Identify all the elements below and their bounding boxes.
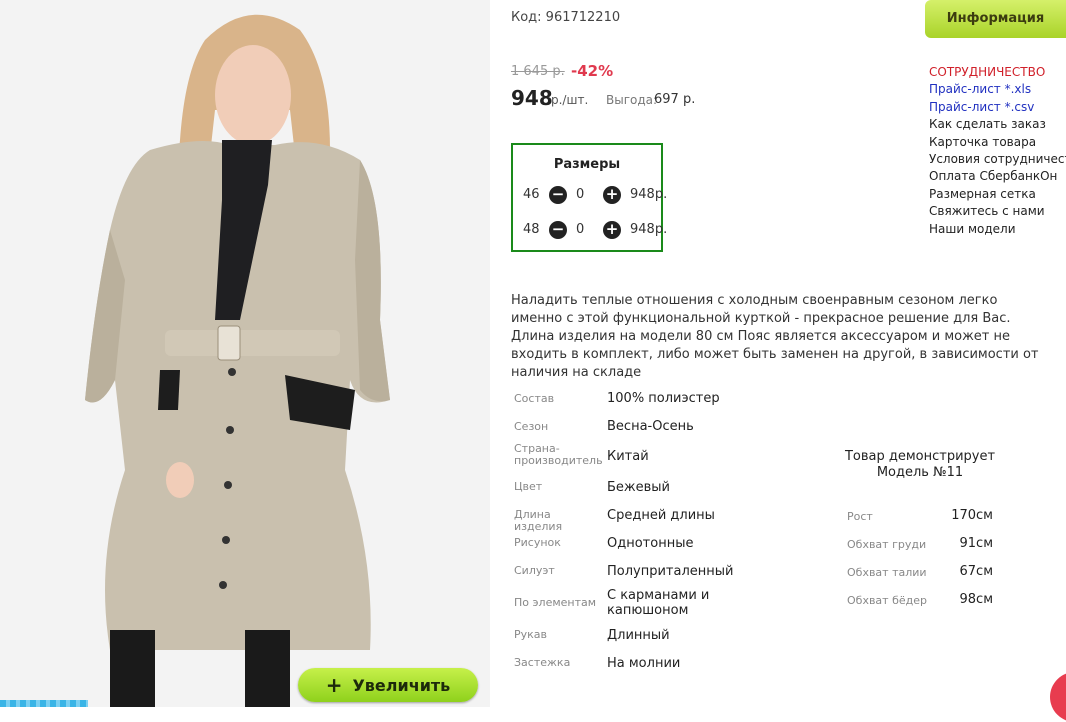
pricelist-xls-link[interactable]: Прайс-лист *.xls bbox=[929, 81, 1066, 98]
sidebar-link-contact[interactable]: Свяжитесь с нами bbox=[929, 203, 1066, 220]
spec-value: С карманами и капюшоном bbox=[607, 588, 710, 618]
spec-label: Цвет bbox=[514, 480, 543, 493]
measurement-value: 91см bbox=[959, 536, 994, 551]
size-row: 46 − 0 + 948р. bbox=[523, 185, 667, 205]
sidebar-link-models[interactable]: Наши модели bbox=[929, 221, 1066, 238]
current-price: 948 bbox=[511, 86, 553, 110]
info-tab[interactable]: Информация bbox=[925, 0, 1066, 38]
sidebar-link-terms[interactable]: Условия сотрудничества bbox=[929, 151, 1066, 168]
sidebar-link-card[interactable]: Карточка товара bbox=[929, 134, 1066, 151]
spec-label: Длина изделия bbox=[514, 508, 563, 533]
size-number: 46 bbox=[523, 187, 540, 202]
spec-label: Состав bbox=[514, 392, 555, 405]
pricelist-csv-link[interactable]: Прайс-лист *.csv bbox=[929, 99, 1066, 116]
size-price: 948р. bbox=[630, 187, 668, 202]
plus-icon: + bbox=[325, 673, 343, 697]
size-price: 948р. bbox=[630, 222, 668, 237]
coat-illustration bbox=[85, 14, 390, 707]
spec-label: Сезон bbox=[514, 420, 549, 433]
sizes-title: Размеры bbox=[553, 157, 621, 172]
zoom-button[interactable]: + Увеличить bbox=[298, 668, 478, 702]
sidebar-link-payment[interactable]: Оплата СбербанкОн bbox=[929, 168, 1066, 185]
spec-label: По элементам bbox=[514, 596, 597, 609]
old-price: 1 645 р. bbox=[511, 64, 565, 79]
plus-icon[interactable]: + bbox=[603, 221, 621, 239]
spec-value: Весна-Осень bbox=[607, 419, 694, 434]
benefit-value: 697 р. bbox=[654, 92, 696, 107]
spec-label: Силуэт bbox=[514, 564, 555, 577]
spec-label: Страна-производитель bbox=[514, 442, 603, 467]
product-code: Код: 961712210 bbox=[511, 10, 621, 25]
measurement-label: Обхват талии bbox=[847, 566, 927, 579]
size-quantity[interactable]: 0 bbox=[576, 187, 584, 202]
spec-label: Рукав bbox=[514, 628, 548, 641]
size-quantity[interactable]: 0 bbox=[576, 222, 584, 237]
sizes-selector: Размеры 46 − 0 + 948р. 48 − 0 + 948р. bbox=[511, 143, 667, 252]
zoom-button-label: Увеличить bbox=[352, 675, 451, 695]
plus-icon[interactable]: + bbox=[603, 186, 621, 204]
cooperation-heading: СОТРУДНИЧЕСТВО bbox=[929, 65, 1046, 79]
product-photo[interactable]: + Увеличить bbox=[0, 0, 490, 707]
floating-action-button[interactable] bbox=[1050, 672, 1066, 722]
spec-label: Застежка bbox=[514, 656, 571, 669]
spec-value: На молнии bbox=[607, 656, 681, 671]
spec-value: Длинный bbox=[607, 628, 670, 643]
spec-value: 100% полиэстер bbox=[607, 391, 720, 406]
model-title: Товар демонстрирует Модель №11 bbox=[844, 449, 996, 480]
measurement-value: 98см bbox=[959, 592, 994, 607]
spec-value: Бежевый bbox=[607, 480, 671, 495]
product-description: Наладить теплые отношения с холодным сво… bbox=[511, 293, 1039, 380]
spec-label: Рисунок bbox=[514, 536, 561, 549]
size-number: 48 bbox=[523, 222, 540, 237]
discount-badge: -42% bbox=[571, 62, 614, 80]
minus-icon[interactable]: − bbox=[549, 186, 567, 204]
sidebar-links: СОТРУДНИЧЕСТВО Прайс-лист *.xls Прайс-ли… bbox=[929, 64, 1066, 238]
spec-value: Средней длины bbox=[607, 508, 715, 523]
price-unit: р./шт. bbox=[551, 93, 589, 107]
spec-value: Однотонные bbox=[607, 536, 694, 551]
minus-icon[interactable]: − bbox=[549, 221, 567, 239]
spec-value: Китай bbox=[607, 449, 649, 464]
measurement-label: Обхват бёдер bbox=[847, 594, 927, 607]
decorative-strip bbox=[0, 700, 88, 707]
spec-value: Полуприталенный bbox=[607, 564, 734, 579]
sidebar-link-size-chart[interactable]: Размерная сетка bbox=[929, 186, 1066, 203]
size-row: 48 − 0 + 948р. bbox=[523, 220, 667, 240]
benefit-label: Выгода: bbox=[606, 93, 658, 107]
measurement-label: Обхват груди bbox=[847, 538, 927, 551]
measurement-label: Рост bbox=[847, 510, 873, 523]
sidebar-link-order[interactable]: Как сделать заказ bbox=[929, 116, 1066, 133]
measurement-value: 170см bbox=[951, 508, 993, 523]
measurement-value: 67см bbox=[959, 564, 994, 579]
